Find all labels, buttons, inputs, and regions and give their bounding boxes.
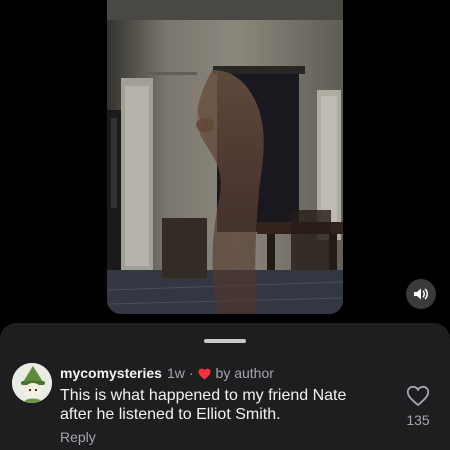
comment-meta: mycomysteries 1w · by author <box>60 365 274 381</box>
comments-sheet: mycomysteries 1w · by author This is wha… <box>0 323 450 450</box>
comment-text: This is what happened to my friend Nate … <box>60 387 347 423</box>
video-frame <box>107 0 343 314</box>
heart-filled-icon <box>198 368 210 379</box>
comment-time: 1w <box>166 365 185 381</box>
avatar-image <box>12 363 52 403</box>
sound-toggle-button[interactable] <box>406 279 436 309</box>
heart-outline-icon[interactable] <box>406 385 430 407</box>
speaker-on-icon <box>414 288 428 300</box>
comment-username[interactable]: mycomysteries <box>60 365 162 381</box>
reply-button[interactable]: Reply <box>60 429 96 445</box>
like-count: 135 <box>406 412 430 428</box>
meta-separator: · <box>188 365 194 381</box>
video-player[interactable] <box>107 0 343 314</box>
avatar[interactable] <box>12 363 52 403</box>
sheet-drag-handle[interactable] <box>204 339 246 343</box>
liked-by-author-label: by author <box>215 365 274 381</box>
